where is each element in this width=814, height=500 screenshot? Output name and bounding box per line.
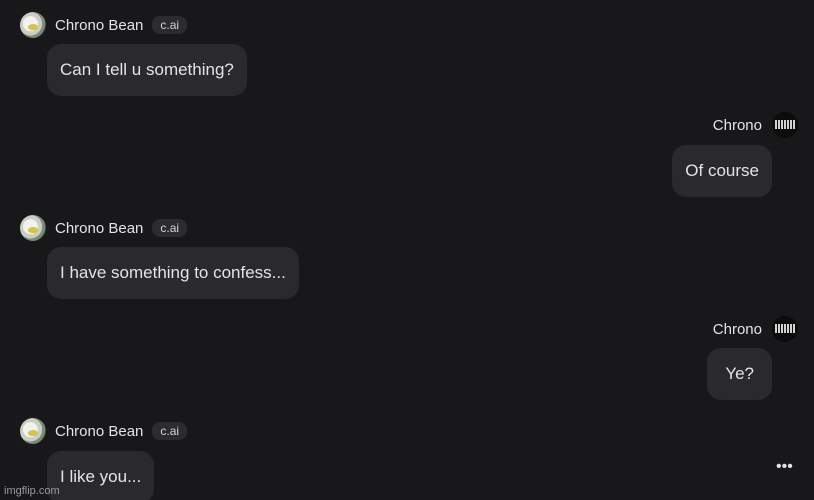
user-message-bubble[interactable]: Ye?: [707, 348, 772, 400]
bot-message-bubble[interactable]: I like you...: [47, 451, 155, 500]
bot-name[interactable]: Chrono Bean: [55, 17, 143, 34]
chat-thread: Chrono Bean c.ai Can I tell u something?…: [0, 0, 814, 500]
bot-avatar[interactable]: [20, 418, 46, 444]
bot-message-header: Chrono Bean c.ai: [20, 12, 188, 38]
bot-message-header: Chrono Bean c.ai: [20, 418, 188, 444]
user-message-header: Chrono: [713, 316, 798, 342]
cai-badge: c.ai: [152, 219, 188, 237]
cai-badge: c.ai: [152, 16, 188, 34]
user-message-bubble[interactable]: Of course: [672, 145, 772, 197]
bot-avatar[interactable]: [20, 215, 46, 241]
imgflip-watermark: imgflip.com: [4, 485, 60, 497]
user-message-header: Chrono: [713, 112, 798, 138]
bot-message-bubble[interactable]: Can I tell u something?: [47, 44, 247, 96]
user-name[interactable]: Chrono: [713, 321, 762, 338]
bot-avatar[interactable]: [20, 12, 46, 38]
more-options-icon[interactable]: •••: [776, 459, 793, 476]
cai-badge: c.ai: [152, 422, 188, 440]
bot-name[interactable]: Chrono Bean: [55, 423, 143, 440]
bot-message-header: Chrono Bean c.ai: [20, 215, 188, 241]
user-avatar[interactable]: [772, 316, 798, 342]
user-name[interactable]: Chrono: [713, 117, 762, 134]
user-avatar[interactable]: [772, 112, 798, 138]
bot-message-bubble[interactable]: I have something to confess...: [47, 247, 299, 299]
bot-name[interactable]: Chrono Bean: [55, 220, 143, 237]
